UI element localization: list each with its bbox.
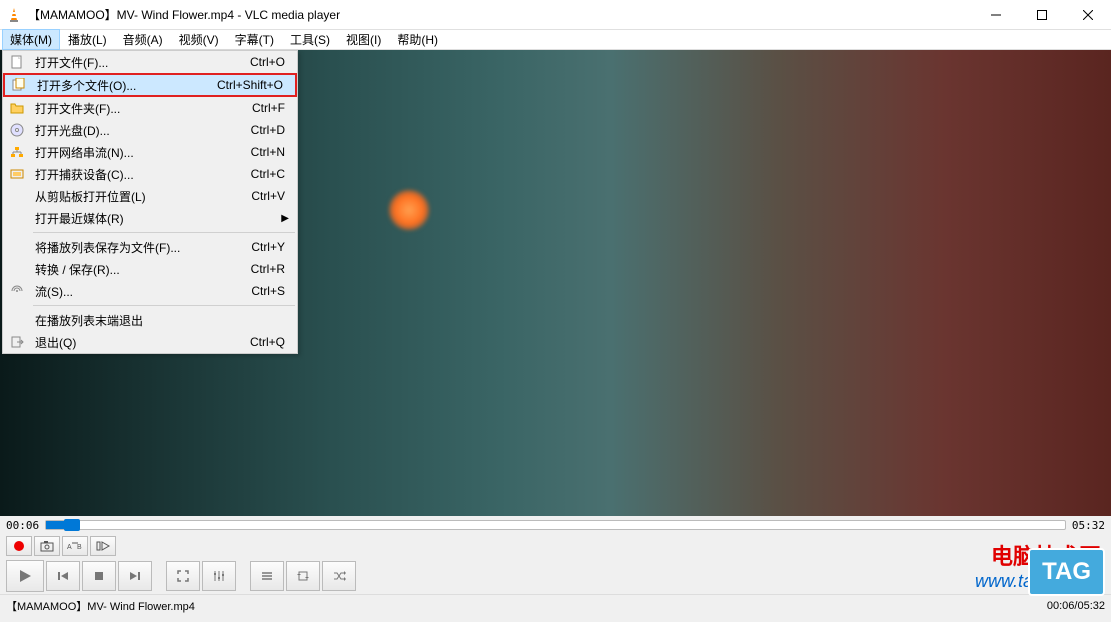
svg-text:A: A xyxy=(67,544,72,551)
menu-open-network[interactable]: 打开网络串流(N)... Ctrl+N xyxy=(3,141,297,163)
fullscreen-button[interactable] xyxy=(166,561,200,591)
capture-icon xyxy=(10,167,24,181)
loop-ab-button[interactable]: AB xyxy=(62,536,88,556)
file-icon xyxy=(10,55,24,69)
seek-row: 00:06 05:32 xyxy=(0,516,1111,534)
shuffle-button[interactable] xyxy=(322,561,356,591)
menu-open-capture[interactable]: 打开捕获设备(C)... Ctrl+C xyxy=(3,163,297,185)
menu-help[interactable]: 帮助(H) xyxy=(389,29,446,50)
extended-settings-button[interactable] xyxy=(202,561,236,591)
menu-save-playlist[interactable]: 将播放列表保存为文件(F)... Ctrl+Y xyxy=(3,236,297,258)
menu-subtitle[interactable]: 字幕(T) xyxy=(227,29,282,50)
menu-stream[interactable]: 流(S)... Ctrl+S xyxy=(3,280,297,302)
vlc-cone-icon xyxy=(6,7,22,23)
loop-icon xyxy=(296,569,310,583)
submenu-arrow-icon: ▶ xyxy=(281,213,289,224)
stream-icon xyxy=(10,284,24,298)
menu-open-file[interactable]: 打开文件(F)... Ctrl+O xyxy=(3,51,297,73)
menu-video[interactable]: 视频(V) xyxy=(171,29,227,50)
menu-open-folder[interactable]: 打开文件夹(F)... Ctrl+F xyxy=(3,97,297,119)
shuffle-icon xyxy=(332,569,346,583)
folder-icon xyxy=(10,101,24,115)
play-icon xyxy=(17,568,33,584)
menu-media[interactable]: 媒体(M) xyxy=(2,29,60,50)
frame-step-icon xyxy=(96,540,110,552)
close-button[interactable] xyxy=(1065,0,1111,30)
status-bar: 【MAMAMOO】MV- Wind Flower.mp4 00:06/05:32 xyxy=(0,594,1111,616)
skip-forward-icon xyxy=(128,569,142,583)
loop-ab-icon: AB xyxy=(67,540,83,552)
menu-tools[interactable]: 工具(S) xyxy=(282,29,338,50)
stop-icon xyxy=(92,569,106,583)
menu-separator xyxy=(33,305,295,306)
snapshot-button[interactable] xyxy=(34,536,60,556)
menu-convert-save[interactable]: 转换 / 保存(R)... Ctrl+R xyxy=(3,258,297,280)
camera-icon xyxy=(40,540,54,552)
network-icon xyxy=(10,145,24,159)
next-button[interactable] xyxy=(118,561,152,591)
playlist-icon xyxy=(260,569,274,583)
svg-text:B: B xyxy=(77,544,82,551)
playback-controls xyxy=(0,558,1111,594)
play-button[interactable] xyxy=(6,560,44,592)
record-icon xyxy=(14,541,24,551)
skip-back-icon xyxy=(56,569,70,583)
menubar: 媒体(M) 播放(L) 音频(A) 视频(V) 字幕(T) 工具(S) 视图(I… xyxy=(0,30,1111,50)
current-time[interactable]: 00:06 xyxy=(6,519,39,532)
media-dropdown: 打开文件(F)... Ctrl+O 打开多个文件(O)... Ctrl+Shif… xyxy=(2,50,298,354)
seek-slider[interactable] xyxy=(45,520,1066,530)
menu-playback[interactable]: 播放(L) xyxy=(60,29,115,50)
menu-open-recent[interactable]: 打开最近媒体(R) ▶ xyxy=(3,207,297,229)
menu-audio[interactable]: 音频(A) xyxy=(115,29,171,50)
previous-button[interactable] xyxy=(46,561,80,591)
menu-separator xyxy=(33,232,295,233)
status-filename: 【MAMAMOO】MV- Wind Flower.mp4 xyxy=(6,598,1047,614)
window-title: 【MAMAMOO】MV- Wind Flower.mp4 - VLC media… xyxy=(28,6,973,23)
quit-icon xyxy=(10,335,24,349)
record-button[interactable] xyxy=(6,536,32,556)
seek-thumb[interactable] xyxy=(64,519,80,531)
menu-view[interactable]: 视图(I) xyxy=(338,29,389,50)
equalizer-icon xyxy=(212,569,226,583)
loop-button[interactable] xyxy=(286,561,320,591)
menu-open-multiple-files[interactable]: 打开多个文件(O)... Ctrl+Shift+O xyxy=(3,73,297,97)
window-controls xyxy=(973,0,1111,30)
titlebar: 【MAMAMOO】MV- Wind Flower.mp4 - VLC media… xyxy=(0,0,1111,30)
menu-quit[interactable]: 退出(Q) Ctrl+Q xyxy=(3,331,297,353)
menu-quit-at-end[interactable]: 在播放列表末端退出 xyxy=(3,309,297,331)
frame-by-frame-button[interactable] xyxy=(90,536,116,556)
advanced-controls: AB xyxy=(0,534,1111,558)
fullscreen-icon xyxy=(176,569,190,583)
menu-open-disc[interactable]: 打开光盘(D)... Ctrl+D xyxy=(3,119,297,141)
playlist-button[interactable] xyxy=(250,561,284,591)
status-time: 00:06/05:32 xyxy=(1047,600,1105,612)
minimize-button[interactable] xyxy=(973,0,1019,30)
disc-icon xyxy=(10,123,24,137)
total-time[interactable]: 05:32 xyxy=(1072,519,1105,532)
seek-fill xyxy=(46,521,64,529)
files-icon xyxy=(12,78,26,92)
stop-button[interactable] xyxy=(82,561,116,591)
maximize-button[interactable] xyxy=(1019,0,1065,30)
menu-open-clipboard[interactable]: 从剪贴板打开位置(L) Ctrl+V xyxy=(3,185,297,207)
